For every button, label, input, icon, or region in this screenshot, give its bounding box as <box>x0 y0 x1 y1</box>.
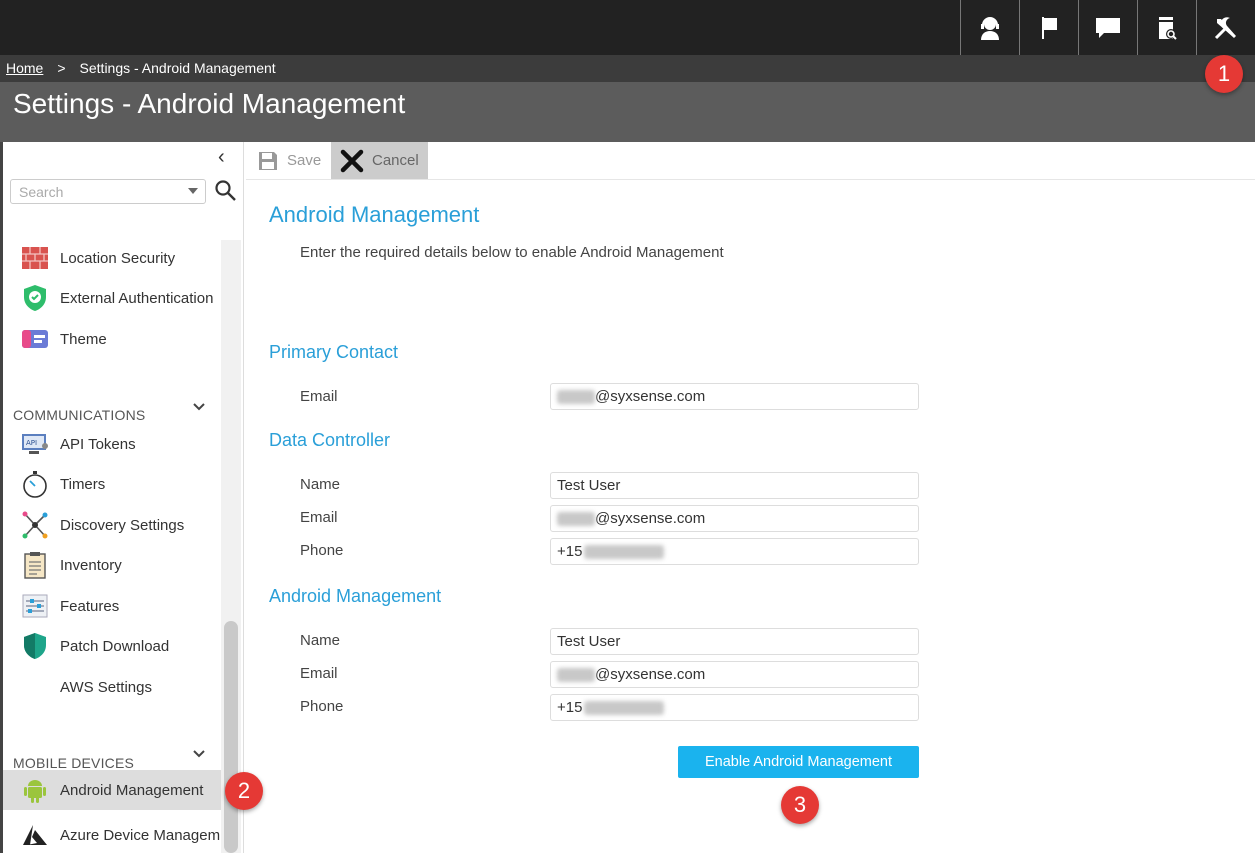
section-communications: COMMUNICATIONS <box>13 407 146 423</box>
android-management-heading: Android Management <box>269 586 442 606</box>
chevron-down-icon[interactable] <box>188 188 198 194</box>
settings-tools-icon[interactable] <box>1196 0 1255 55</box>
sidebar-item-android-management[interactable]: Android Management <box>3 770 221 810</box>
network-icon <box>20 511 50 539</box>
sidebar-item-discovery-settings[interactable]: Discovery Settings <box>20 510 184 540</box>
top-icon-group <box>960 0 1255 55</box>
report-search-icon[interactable] <box>1137 0 1196 55</box>
data-controller-heading: Data Controller <box>269 430 391 450</box>
chevron-down-icon[interactable] <box>192 747 206 761</box>
sidebar-item-patch-download[interactable]: Patch Download <box>20 631 169 661</box>
sidebar-item-api-tokens[interactable]: API API Tokens <box>20 429 136 459</box>
android-management-name-label: Name <box>300 632 341 649</box>
android-management-email-field[interactable]: @syxsense.com <box>550 661 919 688</box>
breadcrumb-home-link[interactable]: Home <box>6 60 43 76</box>
sidebar-item-theme[interactable]: Theme <box>20 324 107 354</box>
sidebar-item-azure-device-management[interactable]: Azure Device Managem <box>20 820 220 850</box>
sidebar-item-label: Timers <box>60 475 106 493</box>
breadcrumb-current: Settings - Android Management <box>79 60 276 76</box>
sidebar-item-label: Android Management <box>60 781 204 799</box>
sidebar-item-features[interactable]: Features <box>20 591 119 621</box>
callout-badge-1: 1 <box>1205 55 1243 93</box>
chat-icon[interactable] <box>1078 0 1137 55</box>
floppy-disk-icon <box>259 151 277 170</box>
sidebar-item-inventory[interactable]: Inventory <box>20 550 122 580</box>
breadcrumb: Home > Settings - Android Management <box>6 60 276 76</box>
android-management-phone-field[interactable]: +15 <box>550 694 919 721</box>
clipboard-icon <box>20 551 50 579</box>
chevron-down-icon[interactable] <box>192 400 206 414</box>
sidebar-item-label: Theme <box>60 330 107 348</box>
shield-check-icon <box>20 284 50 312</box>
main-heading: Android Management <box>269 202 480 227</box>
callout-badge-3: 3 <box>781 786 819 824</box>
collapse-sidebar-icon[interactable]: ‹ <box>218 146 225 169</box>
flag-icon[interactable] <box>1019 0 1078 55</box>
android-management-phone-label: Phone <box>300 698 344 715</box>
stopwatch-icon <box>20 470 50 498</box>
save-button[interactable]: Save <box>257 142 321 179</box>
theme-icon <box>20 325 50 353</box>
brick-wall-icon <box>20 244 50 272</box>
breadcrumb-separator: > <box>57 60 66 76</box>
android-management-name-field[interactable]: Test User <box>550 628 919 655</box>
data-controller-phone-label: Phone <box>300 542 344 559</box>
data-controller-phone-field[interactable]: +15 <box>550 538 919 565</box>
sliders-icon <box>20 592 50 620</box>
android-icon <box>20 776 50 804</box>
enable-android-management-button[interactable]: Enable Android Management <box>678 746 919 778</box>
sidebar-item-timers[interactable]: Timers <box>20 469 105 499</box>
data-controller-email-label: Email <box>300 509 338 526</box>
svg-text:API: API <box>26 439 37 447</box>
data-controller-email-field[interactable]: @syxsense.com <box>550 505 919 532</box>
sidebar-item-location-security[interactable]: Location Security <box>20 243 175 273</box>
data-controller-name-label: Name <box>300 476 341 493</box>
shield-icon <box>20 632 50 660</box>
support-agent-icon[interactable] <box>960 0 1019 55</box>
sidebar-item-label: Location Security <box>60 249 176 267</box>
api-token-icon: API <box>20 430 50 458</box>
sidebar-item-aws-settings[interactable]: AWS Settings <box>20 672 152 702</box>
sidebar-item-label: Inventory <box>60 556 122 574</box>
save-label: Save <box>287 152 322 169</box>
search-icon[interactable] <box>214 179 238 203</box>
sidebar-item-external-authentication[interactable]: External Authentication <box>20 283 213 313</box>
sidebar-item-label: API Tokens <box>60 435 136 453</box>
android-management-email-label: Email <box>300 665 338 682</box>
sidebar-item-label: Discovery Settings <box>60 516 185 534</box>
sidebar-item-label: External Authentication <box>60 289 214 307</box>
azure-icon <box>20 821 50 849</box>
primary-contact-email-field[interactable]: @syxsense.com <box>550 383 919 410</box>
sidebar-scrollbar-thumb[interactable] <box>224 621 238 853</box>
sidebar-item-label: Azure Device Managem <box>60 826 221 844</box>
main-subtitle: Enter the required details below to enab… <box>300 244 724 261</box>
primary-contact-email-label: Email <box>300 388 338 405</box>
close-icon <box>340 149 364 172</box>
sidebar-item-label: Patch Download <box>60 637 170 655</box>
sidebar-item-label: Features <box>60 597 120 615</box>
section-mobile-devices: MOBILE DEVICES <box>13 755 135 771</box>
sidebar-item-label: AWS Settings <box>60 678 152 696</box>
sidebar-search-input[interactable]: Search <box>10 179 206 204</box>
page-title: Settings - Android Management <box>13 88 406 119</box>
data-controller-name-field[interactable]: Test User <box>550 472 919 499</box>
primary-contact-heading: Primary Contact <box>269 342 399 362</box>
callout-badge-2: 2 <box>225 772 263 810</box>
cancel-button[interactable]: Cancel <box>331 142 428 179</box>
cancel-label: Cancel <box>372 152 419 169</box>
